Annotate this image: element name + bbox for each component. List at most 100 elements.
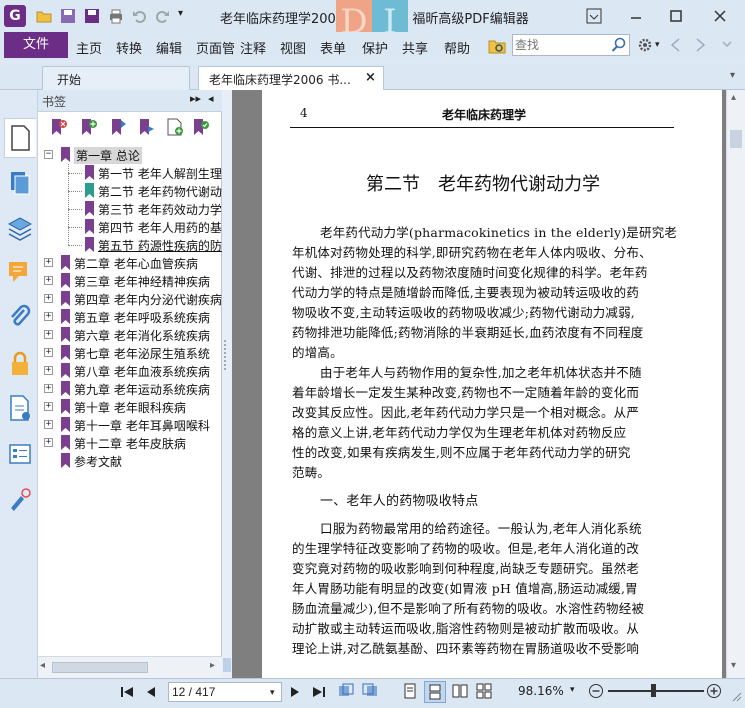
ribbon-expand-icon[interactable]	[720, 38, 734, 52]
page-dropdown-icon[interactable]: ▾	[270, 683, 275, 701]
document-properties-icon[interactable]	[7, 394, 33, 422]
splitter-grip[interactable]	[224, 340, 229, 370]
page-number-input[interactable]: 12 / 417 ▾	[168, 682, 282, 702]
print-icon[interactable]	[108, 8, 124, 24]
bookmark-section[interactable]: 第三节 老年药效动力学	[38, 200, 222, 218]
scroll-thumb[interactable]	[52, 662, 148, 673]
bookmark-chapter[interactable]: + 第五章 老年呼吸系统疾病	[38, 308, 222, 326]
bookmark-section[interactable]: 第五节 药源性疾病的防	[38, 236, 222, 254]
expand-toggle-icon[interactable]: +	[44, 438, 53, 447]
security-lock-icon[interactable]	[7, 350, 33, 378]
bookmark-chapter[interactable]: + 第三章 老年神经精神疾病	[38, 272, 222, 290]
zoom-out-icon[interactable]	[588, 683, 604, 699]
tab-start[interactable]: 开始	[42, 66, 190, 90]
panel-splitter[interactable]	[222, 90, 232, 678]
undo-icon[interactable]	[132, 8, 148, 24]
expand-bookmark-icon[interactable]	[138, 118, 156, 136]
bookmark-chapter[interactable]: + 第十章 老年眼科疾病	[38, 398, 222, 416]
ribbon-toggle-icon[interactable]	[584, 6, 604, 26]
tab-document[interactable]: 老年临床药理学2006 书... ×	[198, 66, 384, 91]
zoom-slider-track[interactable]	[608, 690, 704, 692]
find-bookmark-icon[interactable]	[192, 118, 210, 136]
previous-view-icon[interactable]	[338, 683, 354, 699]
zoom-slider-thumb[interactable]	[651, 684, 656, 697]
menu-home[interactable]: 主页	[76, 38, 102, 57]
save-as-icon[interactable]	[84, 8, 100, 24]
expand-toggle-icon[interactable]: +	[44, 330, 53, 339]
bookmark-chapter[interactable]: + 第九章 老年运动系统疾病	[38, 380, 222, 398]
facing-view-icon[interactable]	[452, 683, 468, 699]
search-box[interactable]	[512, 34, 630, 56]
bookmarks-horizontal-scrollbar[interactable]: ◂ ▸	[38, 656, 222, 678]
app-logo-icon[interactable]: G	[4, 5, 26, 27]
menu-help[interactable]: 帮助	[444, 38, 470, 57]
panel-pin-icon[interactable]: ▸▸	[190, 92, 201, 105]
search-icon[interactable]	[611, 37, 627, 53]
bookmark-chapter[interactable]: + 第六章 老年消化系统疾病	[38, 326, 222, 344]
bookmark-chapter[interactable]: + 第十二章 老年皮肤病	[38, 434, 222, 452]
bookmark-chapter[interactable]: 参考文献	[38, 452, 222, 470]
comments-icon[interactable]	[7, 258, 33, 286]
bookmark-chapter[interactable]: + 第八章 老年血液系统疾病	[38, 362, 222, 380]
collapse-toggle-icon[interactable]: −	[44, 150, 53, 159]
bookmark-section[interactable]: 第一节 老年人解剖生理	[38, 164, 222, 182]
menu-convert[interactable]: 转换	[116, 38, 142, 57]
tab-close-icon[interactable]: ×	[365, 70, 376, 85]
splitter-handle[interactable]	[223, 658, 231, 672]
minimize-icon[interactable]	[626, 6, 646, 26]
zoom-level[interactable]: 98.16%	[518, 684, 564, 698]
menu-form[interactable]: 表单	[320, 38, 346, 57]
document-viewer[interactable]: 4 老年临床药理学 第二节 老年药物代谢动力学 老年药代动力学(pharmaco…	[232, 90, 726, 678]
add-bookmark-icon[interactable]	[80, 118, 98, 136]
last-page-icon[interactable]	[312, 685, 326, 699]
nav-back-icon[interactable]	[670, 38, 682, 52]
content-list-icon[interactable]	[7, 440, 33, 468]
settings-dropdown-icon[interactable]: ▾	[655, 40, 660, 50]
scroll-down-icon[interactable]: ▾	[731, 660, 736, 671]
continuous-facing-view-icon[interactable]	[476, 683, 492, 699]
expand-toggle-icon[interactable]: +	[44, 312, 53, 321]
quick-access-dropdown-icon[interactable]: ▾	[178, 8, 183, 19]
menu-comment[interactable]: 注释	[240, 38, 266, 57]
nav-forward-icon[interactable]	[694, 38, 706, 52]
menu-share[interactable]: 共享	[402, 38, 428, 57]
expand-toggle-icon[interactable]: +	[44, 366, 53, 375]
expand-toggle-icon[interactable]: +	[44, 276, 53, 285]
page-thumbnails-icon[interactable]	[7, 168, 33, 196]
menu-view[interactable]: 视图	[280, 38, 306, 57]
settings-gear-icon[interactable]	[636, 36, 654, 54]
bookmark-chapter[interactable]: + 第四章 老年内分泌代谢疾病	[38, 290, 222, 308]
scroll-right-icon[interactable]: ▸	[210, 660, 215, 671]
attachments-icon[interactable]	[7, 304, 33, 332]
expand-toggle-icon[interactable]: +	[44, 294, 53, 303]
expand-toggle-icon[interactable]: +	[44, 258, 53, 267]
document-vertical-scrollbar[interactable]: ▴ ▾	[726, 90, 745, 678]
continuous-page-view-icon[interactable]	[427, 684, 443, 700]
expand-toggle-icon[interactable]: +	[44, 348, 53, 357]
next-page-icon[interactable]	[288, 685, 302, 699]
bookmark-section[interactable]: 第四节 老年人用药的基	[38, 218, 222, 236]
search-input[interactable]	[515, 37, 607, 53]
zoom-in-icon[interactable]	[706, 683, 722, 699]
previous-page-icon[interactable]	[144, 685, 158, 699]
menu-edit[interactable]: 编辑	[156, 38, 182, 57]
resize-grip-icon[interactable]	[730, 690, 742, 702]
expand-toggle-icon[interactable]: +	[44, 384, 53, 393]
vertical-scroll-thumb[interactable]	[730, 130, 742, 148]
bookmark-chapter[interactable]: − 第一章 总论	[38, 146, 222, 164]
add-child-bookmark-icon[interactable]	[110, 118, 128, 136]
single-page-view-icon[interactable]	[402, 683, 418, 699]
layers-icon[interactable]	[7, 214, 33, 242]
expand-toggle-icon[interactable]: +	[44, 420, 53, 429]
first-page-icon[interactable]	[120, 685, 134, 699]
tab-list-dropdown-icon[interactable]: ▾	[730, 70, 735, 81]
scroll-left-icon[interactable]: ◂	[40, 660, 45, 671]
new-page-bookmark-icon[interactable]	[166, 118, 184, 136]
bookmark-chapter[interactable]: + 第十一章 老年耳鼻咽喉科	[38, 416, 222, 434]
save-icon[interactable]	[60, 8, 76, 24]
signature-panel-icon[interactable]	[7, 486, 33, 514]
maximize-icon[interactable]	[666, 6, 686, 26]
delete-bookmark-icon[interactable]	[50, 118, 68, 136]
bookmark-chapter[interactable]: + 第二章 老年心血管疾病	[38, 254, 222, 272]
redo-icon[interactable]	[154, 8, 170, 24]
